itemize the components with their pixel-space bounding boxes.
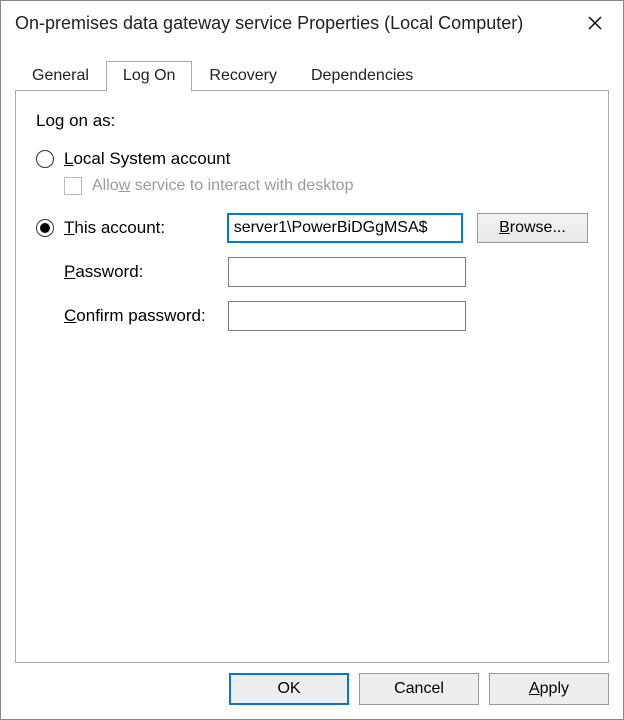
cancel-button[interactable]: Cancel: [359, 673, 479, 705]
radio-local-system-indicator: [36, 150, 54, 168]
ok-button[interactable]: OK: [229, 673, 349, 705]
radio-this-account-row: This account: Browse...: [36, 213, 588, 243]
tab-logon[interactable]: Log On: [106, 61, 192, 92]
close-button[interactable]: [575, 7, 615, 39]
logon-as-label: Log on as:: [36, 111, 588, 131]
radio-local-system-label: Local System account: [64, 149, 230, 169]
password-input[interactable]: [228, 257, 466, 287]
tab-recovery[interactable]: Recovery: [192, 61, 294, 92]
dialog-footer: OK Cancel Apply: [1, 663, 623, 719]
properties-dialog: On-premises data gateway service Propert…: [0, 0, 624, 720]
confirm-password-row: Confirm password:: [36, 301, 588, 331]
password-row: Password:: [36, 257, 588, 287]
tab-dependencies[interactable]: Dependencies: [294, 61, 430, 92]
radio-local-system[interactable]: Local System account: [36, 149, 588, 169]
checkbox-interact-desktop-label: Allow service to interact with desktop: [92, 177, 353, 195]
tab-general[interactable]: General: [15, 61, 106, 92]
confirm-password-input[interactable]: [228, 301, 466, 331]
radio-this-account[interactable]: [36, 219, 54, 237]
tabstrip: General Log On Recovery Dependencies: [15, 59, 609, 91]
checkbox-interact-desktop-box: [64, 177, 82, 195]
titlebar: On-premises data gateway service Propert…: [1, 1, 623, 45]
confirm-password-label: Confirm password:: [64, 306, 228, 326]
browse-button[interactable]: Browse...: [477, 213, 588, 243]
tabs-area: General Log On Recovery Dependencies Log…: [1, 45, 623, 663]
window-title: On-premises data gateway service Propert…: [15, 13, 523, 34]
apply-button[interactable]: Apply: [489, 673, 609, 705]
radio-this-account-label: This account:: [64, 218, 227, 238]
password-label: Password:: [64, 262, 228, 282]
account-input[interactable]: [227, 213, 463, 243]
checkbox-interact-desktop: Allow service to interact with desktop: [64, 177, 588, 195]
tab-panel-logon: Log on as: Local System account Allow se…: [15, 90, 609, 663]
close-icon: [588, 16, 602, 30]
